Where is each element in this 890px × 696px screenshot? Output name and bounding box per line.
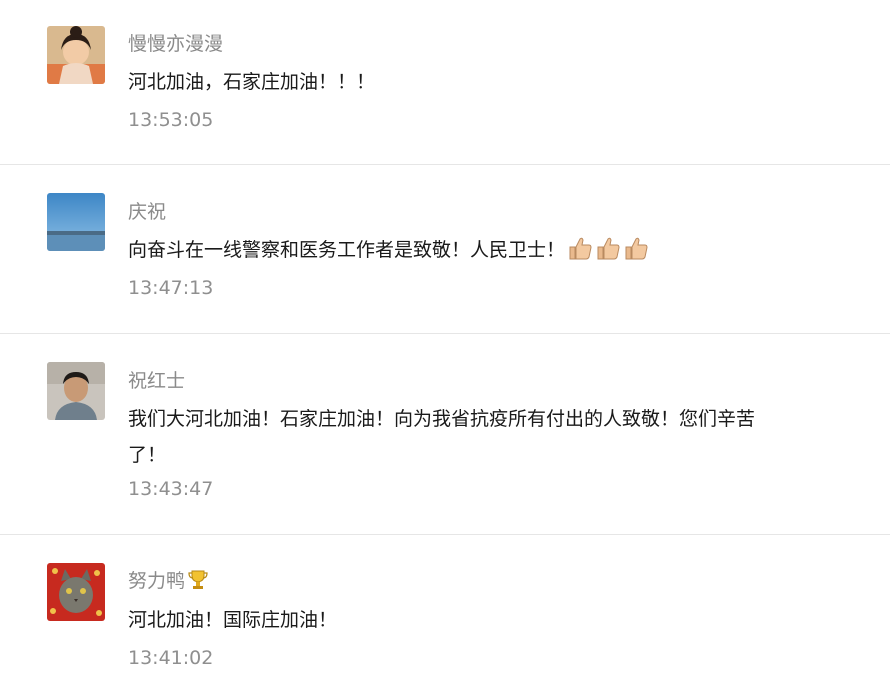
comment-nickname[interactable]: 祝红士 — [128, 369, 185, 393]
sky-lake-avatar[interactable] — [47, 193, 105, 251]
comment-nickname[interactable]: 庆祝 — [128, 200, 166, 224]
comment-nickname[interactable]: 努力鸭 — [128, 568, 209, 593]
boy-avatar-image — [47, 362, 105, 420]
cat-avatar-image — [47, 563, 105, 621]
comment-list: 慢慢亦漫漫 河北加油，石家庄加油！！！ 13:53:05 庆祝 向奋斗在一线警察… — [0, 0, 890, 696]
comment-timestamp: 13:43:47 — [128, 478, 214, 500]
girl-avatar[interactable] — [47, 26, 105, 84]
nickname-label: 努力鸭 — [128, 570, 186, 592]
comment-nickname[interactable]: 慢慢亦漫漫 — [128, 32, 223, 56]
sky-lake-avatar-image — [47, 193, 105, 251]
comment-text: 河北加油，石家庄加油！！！ — [128, 71, 376, 93]
comment-text-content: 向奋斗在一线警察和医务工作者是致敬！人民卫士！ — [128, 239, 566, 261]
comment-timestamp: 13:47:13 — [128, 277, 214, 299]
cat-avatar[interactable] — [47, 563, 105, 621]
comment-item: 庆祝 向奋斗在一线警察和医务工作者是致敬！人民卫士！ 13:47:13 — [0, 165, 890, 333]
comment-item: 努力鸭 河北加油！国际庄加油！ 13:41:02 — [0, 535, 890, 696]
comment-timestamp: 13:53:05 — [128, 109, 214, 131]
comment-item: 祝红士 我们大河北加油！石家庄加油！向为我省抗疫所有付出的人致敬！您们辛苦了！ … — [0, 334, 890, 534]
trophy-icon — [188, 570, 208, 589]
comment-text: 向奋斗在一线警察和医务工作者是致敬！人民卫士！ — [128, 232, 768, 268]
comment-text: 我们大河北加油！石家庄加油！向为我省抗疫所有付出的人致敬！您们辛苦了！ — [128, 408, 756, 466]
thumbs-up-icon — [569, 237, 592, 260]
comment-text: 河北加油！国际庄加油！ — [128, 609, 338, 631]
thumbs-up-icon — [597, 237, 620, 260]
comment-item: 慢慢亦漫漫 河北加油，石家庄加油！！！ 13:53:05 — [0, 0, 890, 165]
thumbs-up-icon — [625, 237, 648, 260]
comment-timestamp: 13:41:02 — [128, 647, 214, 669]
boy-avatar[interactable] — [47, 362, 105, 420]
girl-avatar-image — [47, 26, 105, 84]
